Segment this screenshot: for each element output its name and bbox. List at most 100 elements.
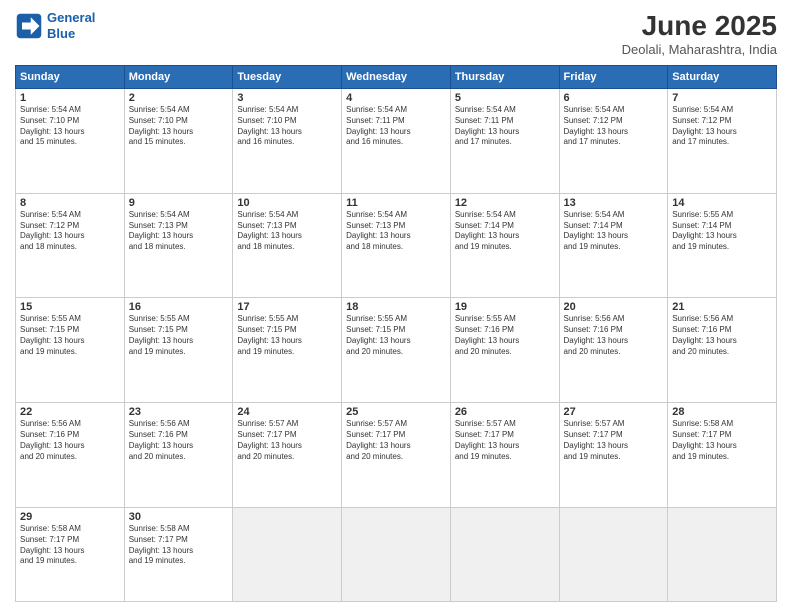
day-number: 29	[20, 511, 120, 523]
calendar-cell-1-4: 4Sunrise: 5:54 AMSunset: 7:11 PMDaylight…	[342, 89, 451, 194]
day-number: 7	[672, 92, 772, 104]
weekday-header-sunday: Sunday	[16, 66, 125, 89]
calendar-cell-3-5: 19Sunrise: 5:55 AMSunset: 7:16 PMDayligh…	[450, 298, 559, 403]
calendar-cell-5-2: 30Sunrise: 5:58 AMSunset: 7:17 PMDayligh…	[124, 507, 233, 601]
day-info: Sunrise: 5:54 AMSunset: 7:14 PMDaylight:…	[564, 210, 664, 253]
day-number: 15	[20, 301, 120, 313]
day-number: 24	[237, 406, 337, 418]
subtitle: Deolali, Maharashtra, India	[622, 42, 777, 57]
weekday-header-monday: Monday	[124, 66, 233, 89]
day-info: Sunrise: 5:54 AMSunset: 7:13 PMDaylight:…	[346, 210, 446, 253]
day-number: 16	[129, 301, 229, 313]
day-number: 26	[455, 406, 555, 418]
day-number: 25	[346, 406, 446, 418]
week-row-4: 22Sunrise: 5:56 AMSunset: 7:16 PMDayligh…	[16, 403, 777, 508]
day-info: Sunrise: 5:58 AMSunset: 7:17 PMDaylight:…	[129, 524, 229, 567]
calendar-cell-3-1: 15Sunrise: 5:55 AMSunset: 7:15 PMDayligh…	[16, 298, 125, 403]
day-info: Sunrise: 5:57 AMSunset: 7:17 PMDaylight:…	[455, 419, 555, 462]
calendar-cell-5-6	[559, 507, 668, 601]
logo-line2: Blue	[47, 26, 75, 41]
day-number: 3	[237, 92, 337, 104]
day-info: Sunrise: 5:57 AMSunset: 7:17 PMDaylight:…	[564, 419, 664, 462]
day-number: 30	[129, 511, 229, 523]
calendar-cell-2-2: 9Sunrise: 5:54 AMSunset: 7:13 PMDaylight…	[124, 193, 233, 298]
day-info: Sunrise: 5:57 AMSunset: 7:17 PMDaylight:…	[346, 419, 446, 462]
calendar-cell-3-3: 17Sunrise: 5:55 AMSunset: 7:15 PMDayligh…	[233, 298, 342, 403]
day-info: Sunrise: 5:57 AMSunset: 7:17 PMDaylight:…	[237, 419, 337, 462]
week-row-2: 8Sunrise: 5:54 AMSunset: 7:12 PMDaylight…	[16, 193, 777, 298]
day-number: 14	[672, 197, 772, 209]
day-number: 8	[20, 197, 120, 209]
weekday-header-wednesday: Wednesday	[342, 66, 451, 89]
main-title: June 2025	[622, 10, 777, 42]
day-number: 28	[672, 406, 772, 418]
day-info: Sunrise: 5:56 AMSunset: 7:16 PMDaylight:…	[672, 314, 772, 357]
day-info: Sunrise: 5:54 AMSunset: 7:11 PMDaylight:…	[455, 105, 555, 148]
calendar-cell-2-3: 10Sunrise: 5:54 AMSunset: 7:13 PMDayligh…	[233, 193, 342, 298]
day-number: 17	[237, 301, 337, 313]
calendar-cell-1-1: 1Sunrise: 5:54 AMSunset: 7:10 PMDaylight…	[16, 89, 125, 194]
calendar-body: 1Sunrise: 5:54 AMSunset: 7:10 PMDaylight…	[16, 89, 777, 602]
weekday-header-row: SundayMondayTuesdayWednesdayThursdayFrid…	[16, 66, 777, 89]
calendar-cell-1-3: 3Sunrise: 5:54 AMSunset: 7:10 PMDaylight…	[233, 89, 342, 194]
day-info: Sunrise: 5:54 AMSunset: 7:10 PMDaylight:…	[237, 105, 337, 148]
day-info: Sunrise: 5:56 AMSunset: 7:16 PMDaylight:…	[129, 419, 229, 462]
calendar-cell-4-7: 28Sunrise: 5:58 AMSunset: 7:17 PMDayligh…	[668, 403, 777, 508]
calendar-cell-4-4: 25Sunrise: 5:57 AMSunset: 7:17 PMDayligh…	[342, 403, 451, 508]
calendar-cell-5-5	[450, 507, 559, 601]
day-info: Sunrise: 5:54 AMSunset: 7:11 PMDaylight:…	[346, 105, 446, 148]
calendar-cell-3-4: 18Sunrise: 5:55 AMSunset: 7:15 PMDayligh…	[342, 298, 451, 403]
day-info: Sunrise: 5:54 AMSunset: 7:10 PMDaylight:…	[129, 105, 229, 148]
day-info: Sunrise: 5:54 AMSunset: 7:12 PMDaylight:…	[564, 105, 664, 148]
day-number: 9	[129, 197, 229, 209]
day-number: 21	[672, 301, 772, 313]
calendar-cell-5-1: 29Sunrise: 5:58 AMSunset: 7:17 PMDayligh…	[16, 507, 125, 601]
day-info: Sunrise: 5:54 AMSunset: 7:13 PMDaylight:…	[129, 210, 229, 253]
week-row-1: 1Sunrise: 5:54 AMSunset: 7:10 PMDaylight…	[16, 89, 777, 194]
logo-line1: General	[47, 10, 95, 25]
calendar-cell-1-6: 6Sunrise: 5:54 AMSunset: 7:12 PMDaylight…	[559, 89, 668, 194]
calendar-cell-3-7: 21Sunrise: 5:56 AMSunset: 7:16 PMDayligh…	[668, 298, 777, 403]
day-number: 1	[20, 92, 120, 104]
calendar-cell-1-5: 5Sunrise: 5:54 AMSunset: 7:11 PMDaylight…	[450, 89, 559, 194]
calendar-cell-4-3: 24Sunrise: 5:57 AMSunset: 7:17 PMDayligh…	[233, 403, 342, 508]
day-info: Sunrise: 5:56 AMSunset: 7:16 PMDaylight:…	[20, 419, 120, 462]
day-number: 19	[455, 301, 555, 313]
day-info: Sunrise: 5:55 AMSunset: 7:15 PMDaylight:…	[20, 314, 120, 357]
day-number: 6	[564, 92, 664, 104]
day-number: 13	[564, 197, 664, 209]
calendar-cell-4-2: 23Sunrise: 5:56 AMSunset: 7:16 PMDayligh…	[124, 403, 233, 508]
calendar-cell-3-2: 16Sunrise: 5:55 AMSunset: 7:15 PMDayligh…	[124, 298, 233, 403]
day-number: 18	[346, 301, 446, 313]
header: General Blue June 2025 Deolali, Maharash…	[15, 10, 777, 57]
calendar-cell-2-4: 11Sunrise: 5:54 AMSunset: 7:13 PMDayligh…	[342, 193, 451, 298]
logo-text: General Blue	[47, 10, 95, 41]
weekday-header-thursday: Thursday	[450, 66, 559, 89]
calendar-cell-1-7: 7Sunrise: 5:54 AMSunset: 7:12 PMDaylight…	[668, 89, 777, 194]
day-info: Sunrise: 5:56 AMSunset: 7:16 PMDaylight:…	[564, 314, 664, 357]
weekday-header-friday: Friday	[559, 66, 668, 89]
day-number: 20	[564, 301, 664, 313]
day-number: 12	[455, 197, 555, 209]
day-info: Sunrise: 5:55 AMSunset: 7:16 PMDaylight:…	[455, 314, 555, 357]
page: General Blue June 2025 Deolali, Maharash…	[0, 0, 792, 612]
day-info: Sunrise: 5:54 AMSunset: 7:10 PMDaylight:…	[20, 105, 120, 148]
day-info: Sunrise: 5:55 AMSunset: 7:15 PMDaylight:…	[346, 314, 446, 357]
calendar-cell-2-1: 8Sunrise: 5:54 AMSunset: 7:12 PMDaylight…	[16, 193, 125, 298]
calendar-table: SundayMondayTuesdayWednesdayThursdayFrid…	[15, 65, 777, 602]
calendar-cell-2-7: 14Sunrise: 5:55 AMSunset: 7:14 PMDayligh…	[668, 193, 777, 298]
day-number: 5	[455, 92, 555, 104]
calendar-cell-5-3	[233, 507, 342, 601]
day-number: 22	[20, 406, 120, 418]
title-block: June 2025 Deolali, Maharashtra, India	[622, 10, 777, 57]
calendar-cell-4-1: 22Sunrise: 5:56 AMSunset: 7:16 PMDayligh…	[16, 403, 125, 508]
calendar-cell-4-6: 27Sunrise: 5:57 AMSunset: 7:17 PMDayligh…	[559, 403, 668, 508]
calendar-cell-3-6: 20Sunrise: 5:56 AMSunset: 7:16 PMDayligh…	[559, 298, 668, 403]
weekday-header-saturday: Saturday	[668, 66, 777, 89]
calendar-cell-5-7	[668, 507, 777, 601]
day-info: Sunrise: 5:54 AMSunset: 7:12 PMDaylight:…	[20, 210, 120, 253]
calendar-cell-5-4	[342, 507, 451, 601]
day-info: Sunrise: 5:55 AMSunset: 7:14 PMDaylight:…	[672, 210, 772, 253]
day-number: 27	[564, 406, 664, 418]
day-info: Sunrise: 5:54 AMSunset: 7:12 PMDaylight:…	[672, 105, 772, 148]
